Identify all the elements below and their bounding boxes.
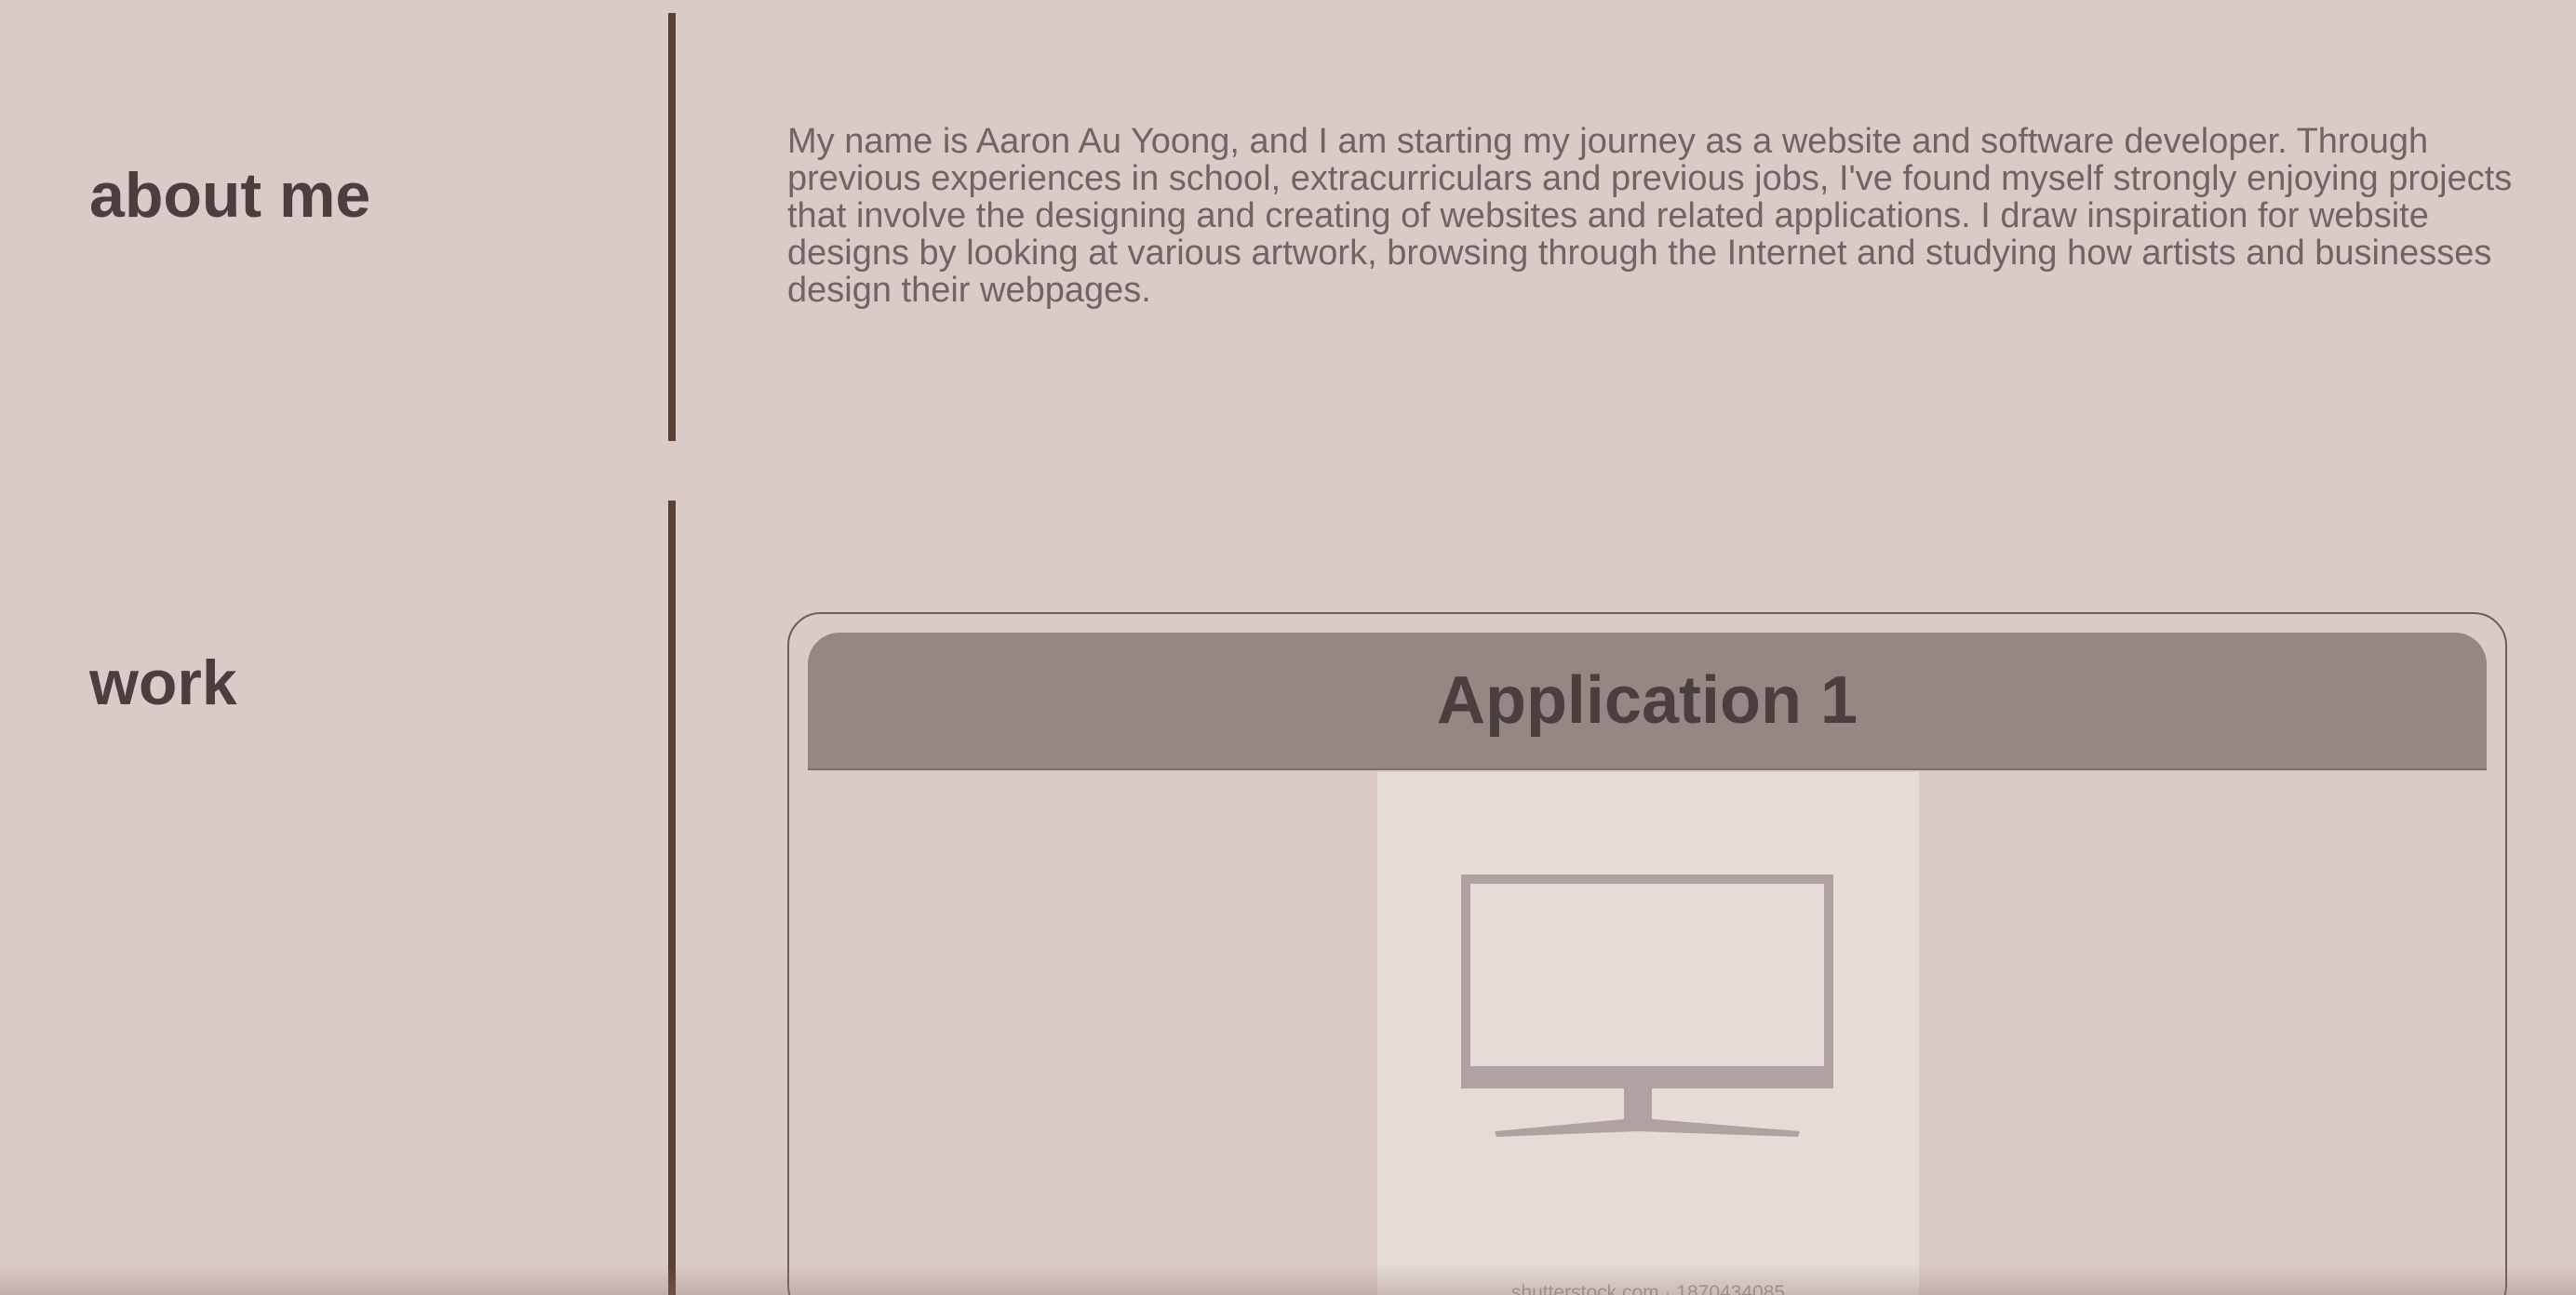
about-divider — [668, 13, 676, 441]
application-card-title: Application 1 — [1436, 663, 1858, 738]
portfolio-page: about me My name is Aaron Au Yoong, and … — [0, 0, 2576, 1295]
work-divider — [668, 501, 676, 1295]
about-body-text: My name is Aaron Au Yoong, and I am star… — [787, 122, 2513, 310]
application-thumbnail[interactable]: shutterstock.com · 1870434085 — [1377, 772, 1919, 1295]
work-heading: work — [89, 648, 237, 718]
application-card-header: Application 1 — [808, 633, 2487, 770]
image-watermark: shutterstock.com · 1870434085 — [1510, 1282, 1786, 1295]
monitor-icon — [1461, 874, 1833, 1137]
about-heading: about me — [89, 160, 371, 231]
application-card[interactable]: Application 1 shutterstock.com · 1870434… — [787, 612, 2507, 1295]
